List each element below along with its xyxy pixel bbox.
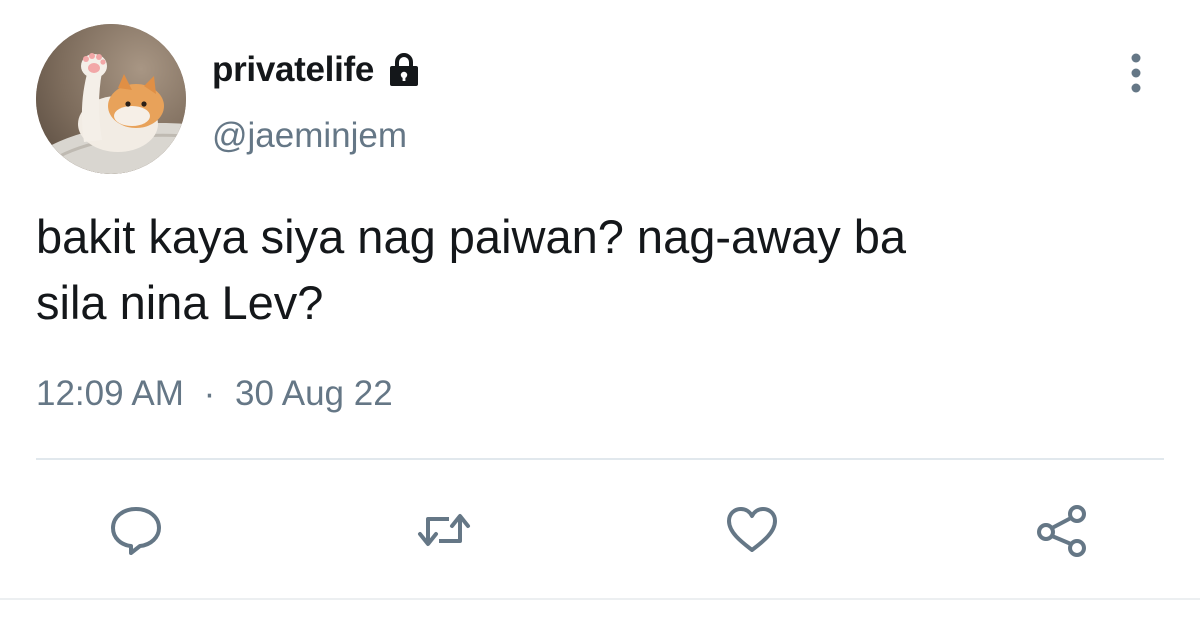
tweet-text: bakit kaya siya nag paiwan? nag-away ba … [36,204,1156,336]
tweet-card: privatelife @jaeminjem bakit kaya siya n… [0,0,1200,618]
like-button[interactable] [720,498,784,562]
more-vertical-icon[interactable] [1118,50,1154,96]
timestamp[interactable]: 12:09 AM · 30 Aug 22 [36,374,393,414]
tweet-text-line-1: bakit kaya siya nag paiwan? nag-away ba [36,210,907,263]
display-name-row: privatelife [212,48,424,92]
user-handle[interactable]: @jaeminjem [212,116,407,156]
retweet-button[interactable] [412,498,476,562]
tweet-date: 30 Aug 22 [235,374,393,413]
tweet-time: 12:09 AM [36,374,184,413]
cat-avatar-image [36,24,186,174]
tweet-text-line-2: sila nina Lev? [36,276,324,329]
lock-icon [384,50,424,90]
action-bar [0,498,1200,562]
share-icon [1037,505,1086,557]
avatar[interactable] [36,24,186,174]
timestamp-separator: · [203,374,216,413]
display-name[interactable]: privatelife [212,50,374,90]
reply-icon [111,507,161,555]
bottom-divider [0,598,1200,600]
retweet-icon [418,514,470,546]
share-button[interactable] [1030,498,1094,562]
divider [36,458,1164,460]
heart-icon [727,507,777,552]
reply-button[interactable] [104,498,168,562]
